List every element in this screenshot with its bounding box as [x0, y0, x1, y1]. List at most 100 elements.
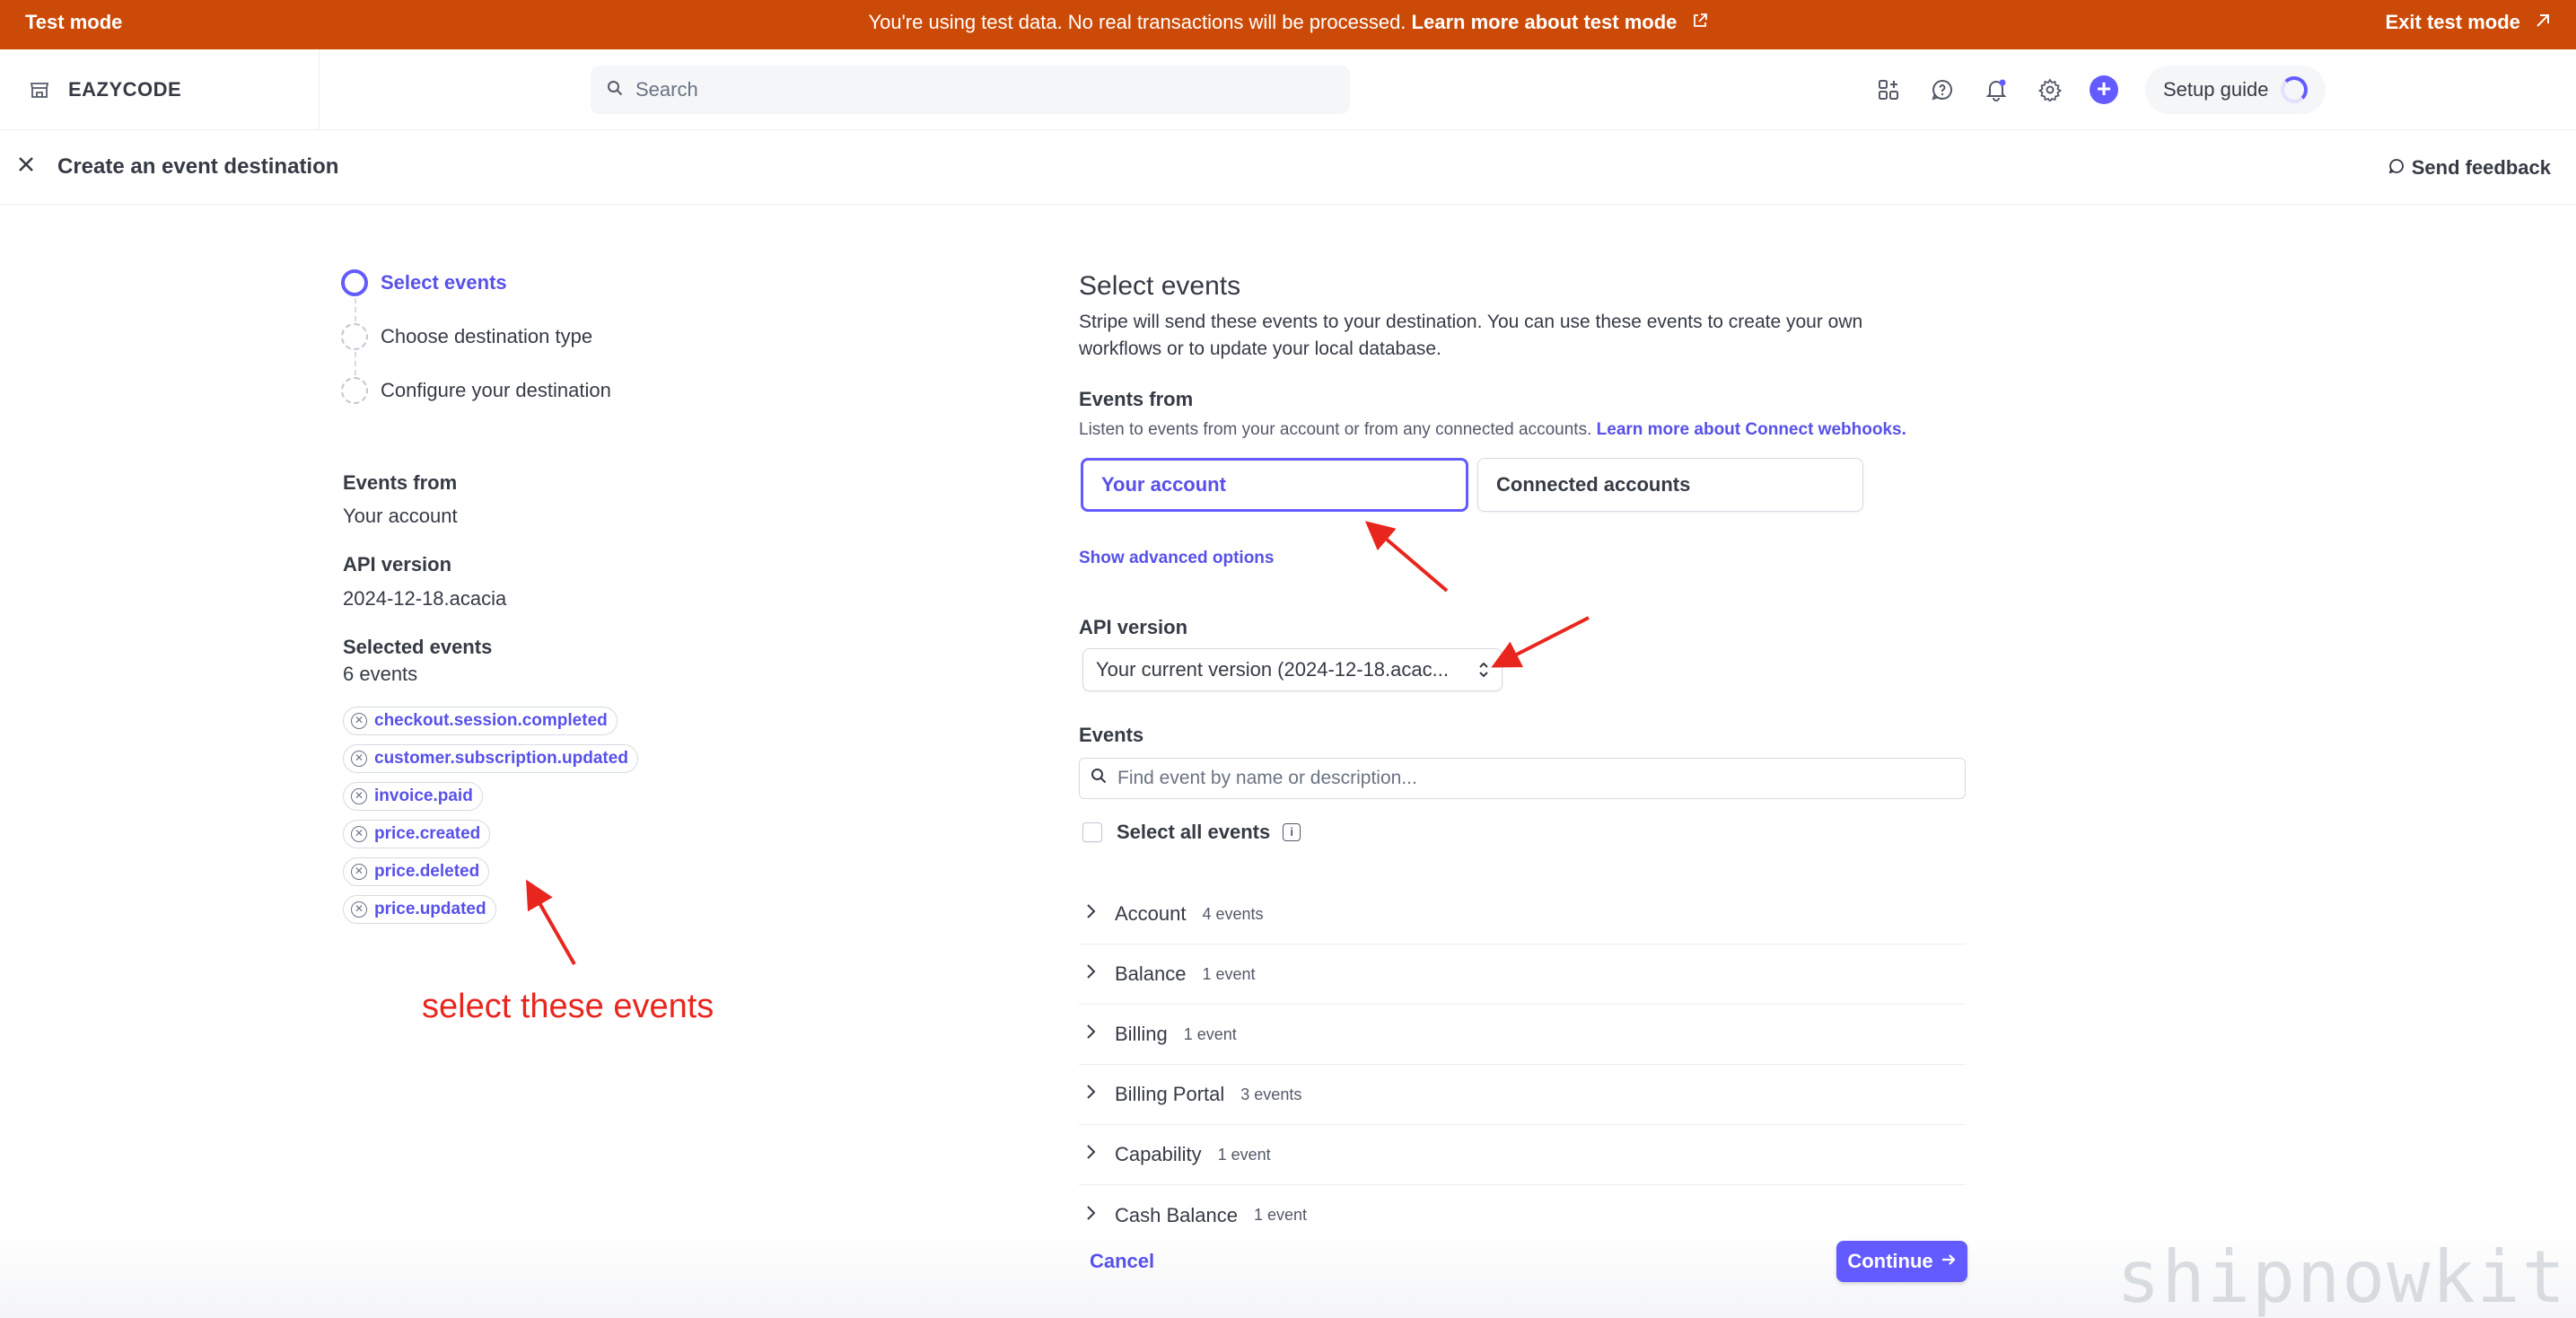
continue-button[interactable]: Continue	[1836, 1241, 1967, 1282]
source-option-your-account[interactable]: Your account	[1081, 458, 1468, 512]
event-category-row[interactable]: Capability 1 event	[1079, 1125, 1966, 1185]
event-category-row[interactable]: Account 4 events	[1079, 884, 1966, 945]
search-icon	[607, 80, 623, 101]
step-label: Choose destination type	[381, 325, 593, 347]
external-link-icon	[1692, 11, 1708, 34]
event-category-row[interactable]: Billing Portal 3 events	[1079, 1065, 1966, 1125]
remove-circle-icon[interactable]: ✕	[351, 751, 367, 767]
event-category-row[interactable]: Billing 1 event	[1079, 1005, 1966, 1065]
step-label: Select events	[381, 271, 507, 294]
events-from-help-text: Listen to events from your account or fr…	[1079, 420, 1592, 439]
exit-test-mode-label: Exit test mode	[2385, 11, 2520, 33]
test-mode-banner: Test mode You're using test data. No rea…	[0, 0, 2576, 49]
remove-circle-icon[interactable]: ✕	[351, 826, 367, 842]
source-option-connected-accounts[interactable]: Connected accounts	[1477, 458, 1863, 512]
category-name: Capability	[1115, 1143, 1202, 1165]
events-from-help: Listen to events from your account or fr…	[1079, 420, 1906, 440]
step-select-events[interactable]: Select events	[341, 269, 507, 296]
chat-bubble-icon	[2388, 156, 2405, 180]
send-feedback-label: Send feedback	[2411, 156, 2551, 179]
page-title: Create an event destination	[57, 154, 339, 179]
cancel-button[interactable]: Cancel	[1090, 1250, 1154, 1273]
remove-circle-icon[interactable]: ✕	[351, 713, 367, 729]
send-feedback-button[interactable]: Send feedback	[2388, 156, 2551, 180]
watermark: shipnowkit	[2116, 1235, 2567, 1318]
section-title: Select events	[1079, 271, 1241, 301]
create-plus-button[interactable]: +	[2077, 63, 2131, 117]
event-category-row[interactable]: Balance 1 event	[1079, 945, 1966, 1005]
selected-event-pill[interactable]: ✕ checkout.session.completed	[343, 707, 618, 735]
summary-selected-events-label: Selected events	[343, 636, 493, 658]
selected-event-pill[interactable]: ✕ price.updated	[343, 895, 496, 924]
step-connector	[355, 298, 356, 321]
apps-icon[interactable]	[1862, 63, 1915, 117]
event-name: price.updated	[374, 900, 486, 918]
setup-guide-button[interactable]: Setup guide	[2145, 66, 2326, 114]
chevron-right-icon	[1084, 901, 1108, 927]
notifications-bell-icon[interactable]	[1969, 63, 2023, 117]
chevron-up-down-icon	[1476, 658, 1491, 682]
events-label: Events	[1079, 724, 1144, 746]
step-configure-destination: Configure your destination	[341, 377, 611, 404]
settings-gear-icon[interactable]	[2023, 63, 2077, 117]
category-count: 1 event	[1253, 1206, 1308, 1224]
selected-event-pill[interactable]: ✕ price.deleted	[343, 857, 490, 886]
annotation-arrow-account	[1364, 521, 1449, 593]
category-count: 4 events	[1202, 904, 1264, 923]
summary-selected-count: 6 events	[343, 663, 418, 685]
info-icon[interactable]: i	[1283, 823, 1301, 841]
event-name: price.deleted	[374, 862, 480, 881]
event-name: invoice.paid	[374, 786, 473, 805]
event-category-row[interactable]: Cash Balance 1 event	[1079, 1185, 1966, 1245]
step-choose-destination-type: Choose destination type	[341, 323, 592, 350]
event-search-input[interactable]: Find event by name or description...	[1079, 758, 1966, 799]
select-all-label: Select all events	[1117, 821, 1271, 843]
event-name: price.created	[374, 824, 481, 843]
api-version-selected-value: Your current version (2024-12-18.acac...	[1096, 658, 1449, 681]
account-name: EAZYCODE	[68, 78, 182, 101]
continue-label: Continue	[1847, 1250, 1933, 1272]
learn-more-test-mode-link[interactable]: Learn more about test mode	[1412, 11, 1678, 33]
connect-webhooks-link[interactable]: Learn more about Connect webhooks.	[1597, 420, 1906, 439]
select-all-checkbox[interactable]	[1082, 822, 1102, 842]
step-connector	[355, 352, 356, 375]
annotation-arrow-events	[526, 879, 576, 965]
category-count: 1 event	[1217, 1145, 1271, 1164]
category-name: Billing	[1115, 1023, 1168, 1045]
remove-circle-icon[interactable]: ✕	[351, 864, 367, 880]
progress-ring-icon	[2281, 76, 2309, 103]
test-mode-text: You're using test data. No real transact…	[868, 11, 1406, 33]
test-mode-message: You're using test data. No real transact…	[0, 11, 2576, 34]
section-description: Stripe will send these events to your de…	[1079, 312, 1863, 359]
selected-event-pill[interactable]: ✕ customer.subscription.updated	[343, 744, 638, 773]
step-pending-indicator	[341, 377, 368, 404]
top-navigation: EAZYCODE Search + Setup guide	[0, 49, 2576, 130]
search-placeholder: Search	[635, 78, 698, 101]
summary-events-from-value: Your account	[343, 505, 458, 527]
close-icon[interactable]	[16, 153, 43, 180]
show-advanced-options-link[interactable]: Show advanced options	[1079, 549, 1274, 568]
selected-event-pill[interactable]: ✕ price.created	[343, 820, 491, 848]
help-icon[interactable]	[1915, 63, 1969, 117]
plus-icon: +	[2090, 75, 2118, 104]
remove-circle-icon[interactable]: ✕	[351, 788, 367, 804]
summary-api-version-label: API version	[343, 553, 452, 576]
event-search-placeholder: Find event by name or description...	[1117, 768, 1417, 788]
remove-circle-icon[interactable]: ✕	[351, 901, 367, 918]
chevron-right-icon	[1084, 1203, 1108, 1228]
category-name: Account	[1115, 902, 1187, 925]
api-version-label: API version	[1079, 616, 1188, 638]
exit-test-mode-button[interactable]: Exit test mode	[2386, 11, 2552, 34]
chevron-right-icon	[1084, 962, 1108, 987]
summary-events-from-label: Events from	[343, 471, 458, 494]
step-label: Configure your destination	[381, 379, 611, 401]
category-name: Balance	[1115, 962, 1187, 985]
selected-event-pill[interactable]: ✕ invoice.paid	[343, 782, 483, 811]
page-header: Create an event destination Send feedbac…	[0, 131, 2576, 205]
setup-guide-label: Setup guide	[2163, 78, 2269, 101]
account-switcher[interactable]: EAZYCODE	[27, 49, 320, 130]
chevron-right-icon	[1084, 1142, 1108, 1167]
search-input[interactable]: Search	[591, 66, 1350, 114]
nav-icon-group: +	[1862, 49, 2131, 130]
api-version-select[interactable]: Your current version (2024-12-18.acac...	[1082, 648, 1503, 691]
